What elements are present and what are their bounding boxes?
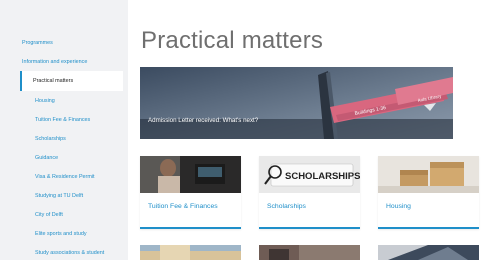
sidebar-item-tuition-fee[interactable]: Tuition Fee & Finances: [35, 117, 90, 123]
card-label[interactable]: Scholarships: [267, 203, 306, 210]
sidebar-item-visa[interactable]: Visa & Residence Permit: [35, 174, 95, 180]
card-underline: [378, 227, 479, 229]
card-underline: [140, 227, 241, 229]
card-row2-item[interactable]: [140, 245, 241, 260]
scholarships-image-text: SCHOLARSHIPS: [285, 171, 360, 182]
card-row2-item[interactable]: [378, 245, 479, 260]
hero-banner[interactable]: Buildings 1-36 Aula Library Admission Le…: [140, 67, 453, 139]
card-image-scholarships: SCHOLARSHIPS: [259, 156, 360, 193]
sidebar-item-city-of-delft[interactable]: City of Delft: [35, 212, 63, 218]
sidebar: Programmes Information and experience Pr…: [0, 0, 128, 260]
card-image-atm: [140, 156, 241, 193]
hero-image: Buildings 1-36 Aula Library: [140, 67, 453, 139]
card-housing[interactable]: Housing: [378, 156, 479, 229]
sidebar-item-label: Practical matters: [33, 78, 74, 84]
sidebar-item-programmes[interactable]: Programmes: [22, 40, 53, 46]
page-title: Practical matters: [141, 27, 324, 54]
sidebar-item-study-associations[interactable]: Study associations & student: [35, 250, 104, 256]
card-scholarships[interactable]: SCHOLARSHIPS Scholarships: [259, 156, 360, 229]
sidebar-item-housing[interactable]: Housing: [35, 98, 55, 104]
card-underline: [259, 227, 360, 229]
hero-caption[interactable]: Admission Letter received: What's next?: [148, 117, 258, 124]
sidebar-item-practical-matters[interactable]: Practical matters: [20, 71, 123, 91]
sidebar-item-information-and-experience[interactable]: Information and experience: [22, 59, 87, 65]
card-label[interactable]: Housing: [386, 203, 411, 210]
card-tuition-fee[interactable]: Tuition Fee & Finances: [140, 156, 241, 229]
card-row2-item[interactable]: [259, 245, 360, 260]
sidebar-item-elite-sports[interactable]: Elite sports and study: [35, 231, 87, 237]
card-image-boxes: [378, 156, 479, 193]
sidebar-item-scholarships[interactable]: Scholarships: [35, 136, 66, 142]
card-label[interactable]: Tuition Fee & Finances: [148, 203, 218, 210]
sidebar-item-guidance[interactable]: Guidance: [35, 155, 58, 161]
sidebar-item-studying-at-tu-delft[interactable]: Studying at TU Delft: [35, 193, 83, 199]
